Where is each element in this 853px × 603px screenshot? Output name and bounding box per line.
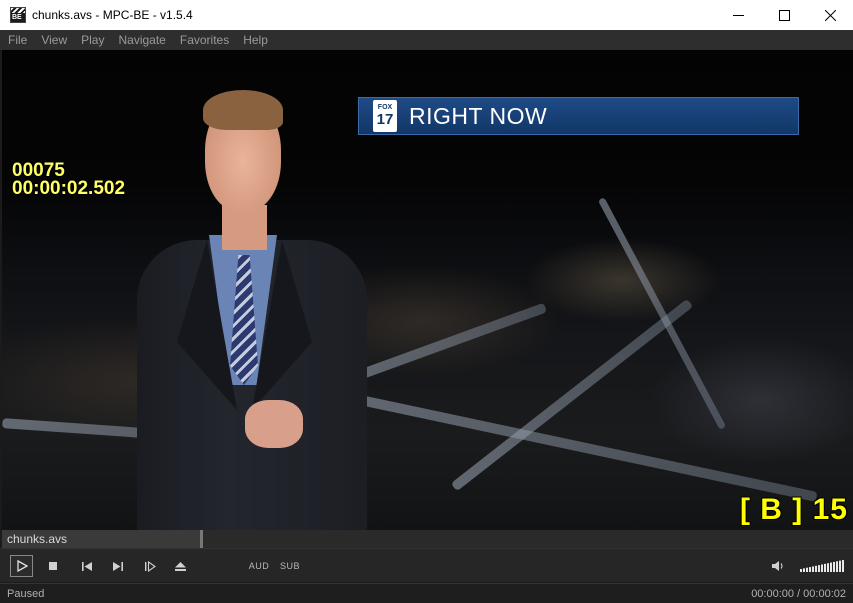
timecode-overlay: 00:00:02.502 xyxy=(12,178,126,199)
volume-bar xyxy=(827,563,829,572)
window-title: chunks.avs - MPC-BE - v1.5.4 xyxy=(32,8,193,22)
banner-text: RIGHT NOW xyxy=(409,102,548,129)
audio-track-button[interactable]: AUD xyxy=(247,555,271,577)
volume-bar xyxy=(806,567,808,572)
menu-favorites[interactable]: Favorites xyxy=(173,30,236,50)
volume-bar xyxy=(821,564,823,572)
stop-button[interactable] xyxy=(44,555,62,577)
video-frame[interactable]: FOX 17 RIGHT NOW 00075 00:00:02.502 [ B … xyxy=(2,50,853,530)
close-button[interactable] xyxy=(807,0,853,30)
skip-next-icon xyxy=(113,561,123,571)
maximize-button[interactable] xyxy=(761,0,807,30)
menu-play[interactable]: Play xyxy=(74,30,111,50)
volume-bar xyxy=(842,560,844,572)
volume-bar xyxy=(809,567,811,572)
frame-type-overlay: [ B ] 15 xyxy=(739,493,848,526)
highway-road xyxy=(336,302,548,388)
playback-state: Paused xyxy=(7,588,45,600)
skip-previous-icon xyxy=(82,561,92,571)
highway-road xyxy=(326,388,818,502)
volume-bar xyxy=(836,561,838,572)
menu-view[interactable]: View xyxy=(34,30,74,50)
anchor-hand xyxy=(245,400,303,448)
volume-bar xyxy=(812,566,814,572)
highway-road xyxy=(597,197,727,430)
playback-time: 00:00:00 / 00:00:02 xyxy=(751,588,846,600)
volume-bar xyxy=(824,563,826,572)
menu-help[interactable]: Help xyxy=(236,30,275,50)
stop-icon xyxy=(49,562,57,570)
playback-toolbar: AUD SUB xyxy=(0,548,853,582)
volume-bar xyxy=(818,565,820,572)
eject-button[interactable] xyxy=(170,555,190,577)
volume-level-bars xyxy=(800,560,844,572)
mute-button[interactable] xyxy=(768,555,788,577)
eject-icon xyxy=(174,561,186,571)
next-button[interactable] xyxy=(108,555,128,577)
play-icon xyxy=(16,560,28,572)
volume-bar xyxy=(800,569,802,572)
subtitle-track-button[interactable]: SUB xyxy=(278,555,302,577)
window-controls xyxy=(715,0,853,30)
volume-bar xyxy=(830,562,832,572)
title-bar: BE chunks.avs - MPC-BE - v1.5.4 xyxy=(0,0,853,30)
anchor-hair xyxy=(203,90,283,130)
menu-navigate[interactable]: Navigate xyxy=(111,30,172,50)
frame-step-icon xyxy=(145,560,156,572)
maximize-icon xyxy=(778,9,790,21)
volume-bar xyxy=(815,565,817,572)
minimize-icon xyxy=(732,14,744,16)
volume-slider[interactable] xyxy=(800,555,846,577)
menu-bar: File View Play Navigate Favorites Help xyxy=(0,30,853,50)
news-anchor xyxy=(137,90,367,530)
play-button[interactable] xyxy=(10,555,33,577)
seek-bar[interactable]: chunks.avs xyxy=(2,530,853,548)
status-bar: Paused 00:00:00 / 00:00:02 xyxy=(0,583,853,603)
volume-bar xyxy=(839,560,841,572)
city-lights xyxy=(2,190,853,530)
minimize-button[interactable] xyxy=(715,0,761,30)
news-banner: FOX 17 RIGHT NOW xyxy=(358,97,799,135)
close-icon xyxy=(824,9,836,21)
mpc-be-app-icon: BE xyxy=(10,7,26,23)
previous-button[interactable] xyxy=(77,555,97,577)
fox17-logo: FOX 17 xyxy=(373,100,397,132)
frame-step-button[interactable] xyxy=(140,555,160,577)
menu-file[interactable]: File xyxy=(0,30,34,50)
volume-bar xyxy=(803,568,805,572)
volume-bar xyxy=(833,561,835,572)
speaker-icon xyxy=(771,561,783,571)
seek-file-label: chunks.avs xyxy=(7,532,68,546)
